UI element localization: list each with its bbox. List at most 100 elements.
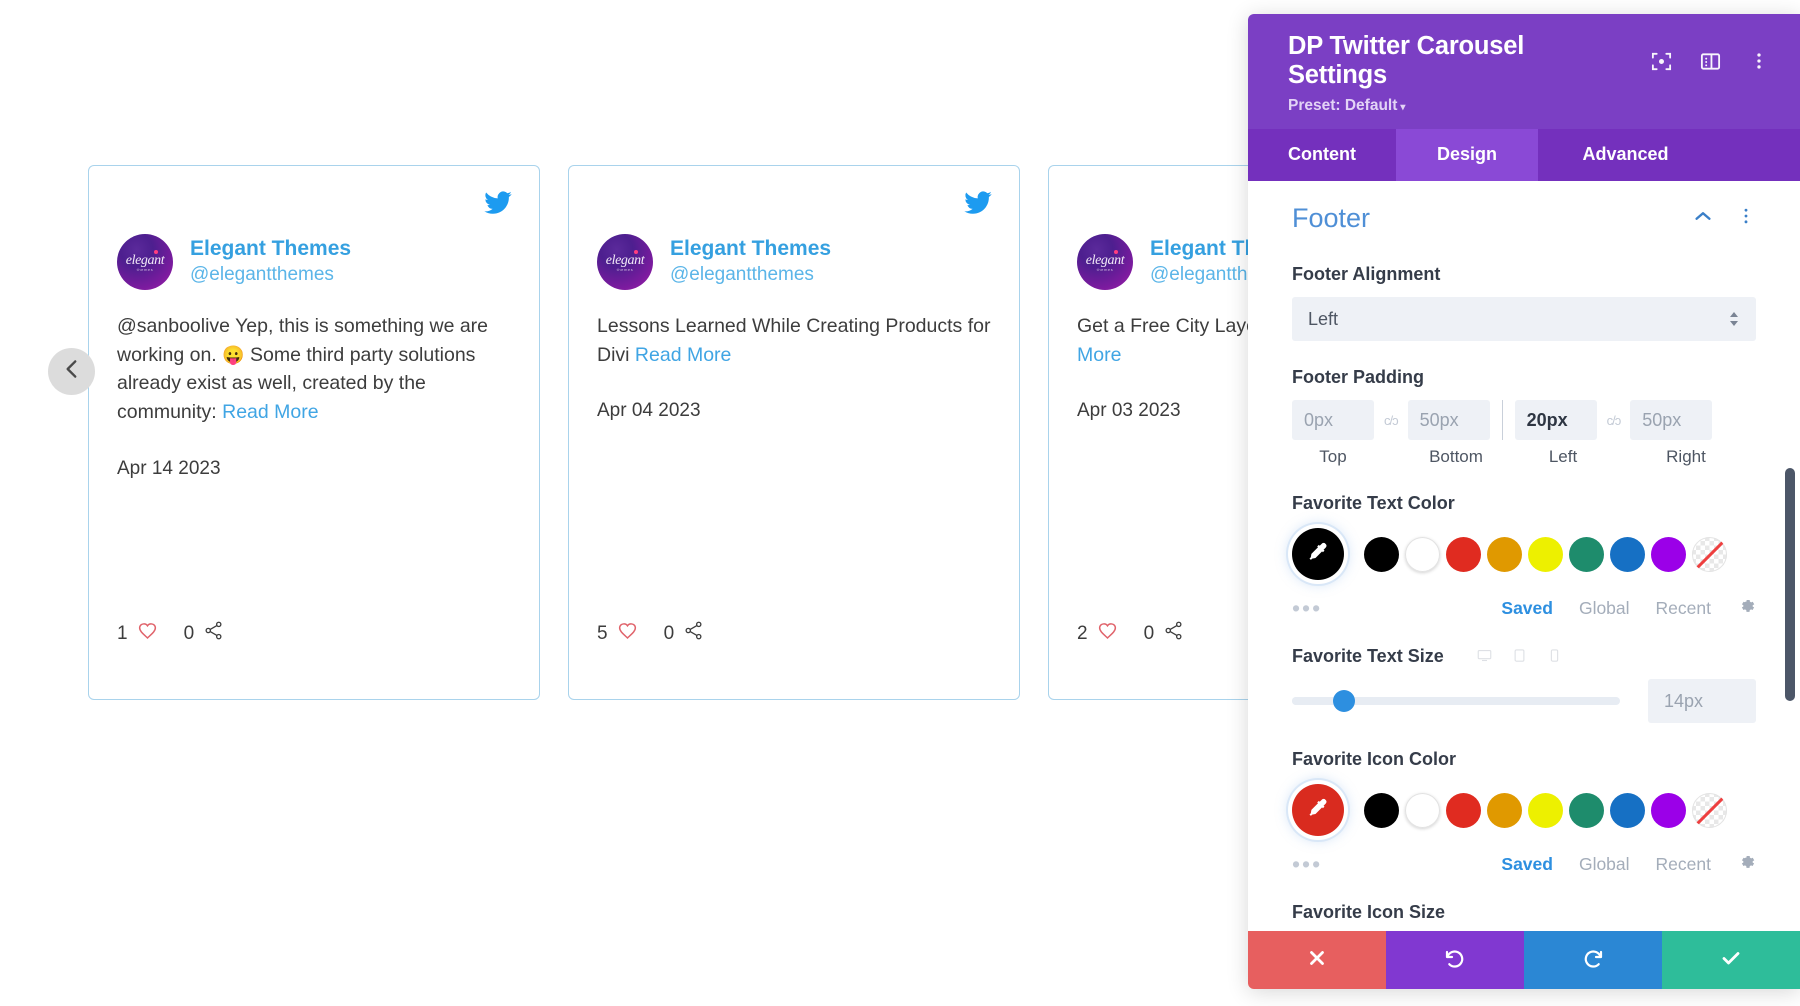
gear-icon[interactable]: [1737, 596, 1756, 620]
panel-scrollbar[interactable]: [1785, 468, 1795, 701]
more-colors-icon[interactable]: •••: [1292, 596, 1322, 620]
slider-thumb[interactable]: [1333, 690, 1356, 712]
favorite-icon-color-selected[interactable]: [1292, 784, 1344, 836]
field-favorite-icon-color: Favorite Icon Color ••• Saved Global Rec…: [1292, 749, 1756, 876]
read-more-link[interactable]: Read More: [635, 344, 731, 366]
share-stat[interactable]: 0: [184, 620, 225, 647]
gear-icon[interactable]: [1737, 852, 1756, 876]
favorite-text-color-selected[interactable]: [1292, 528, 1344, 580]
share-icon[interactable]: [683, 620, 704, 647]
read-more-link[interactable]: Read More: [222, 401, 318, 423]
palette-swatch-black[interactable]: [1364, 792, 1399, 828]
share-icon[interactable]: [1163, 620, 1184, 647]
share-count: 0: [1143, 622, 1155, 644]
favorite-text-size-slider[interactable]: [1292, 690, 1620, 712]
desktop-icon[interactable]: [1477, 647, 1492, 668]
focus-frame-icon[interactable]: [1650, 50, 1673, 73]
vertical-dots-icon[interactable]: [1736, 206, 1756, 231]
palette-swatch-orange[interactable]: [1487, 536, 1522, 572]
padding-bottom-input[interactable]: 50px: [1407, 400, 1490, 440]
palette-swatch-purple[interactable]: [1651, 536, 1686, 572]
carousel-prev-button[interactable]: [48, 348, 95, 395]
heart-icon[interactable]: [1097, 620, 1118, 647]
palette-swatch-black[interactable]: [1364, 536, 1399, 572]
share-stat[interactable]: 0: [664, 620, 705, 647]
palette-tab-recent[interactable]: Recent: [1656, 598, 1711, 619]
palette-tab-saved[interactable]: Saved: [1501, 854, 1553, 875]
panel-action-bar: [1248, 931, 1800, 989]
avatar-logo-sub: themes: [136, 267, 154, 272]
section-title[interactable]: Footer: [1292, 203, 1370, 234]
share-icon[interactable]: [203, 620, 224, 647]
author-name[interactable]: Elegant Themes: [190, 236, 351, 263]
palette-tabs: Saved Global Recent: [1501, 852, 1756, 876]
palette-tab-recent[interactable]: Recent: [1656, 854, 1711, 875]
favorite-text-size-control: 14px: [1292, 679, 1756, 723]
tablet-icon[interactable]: [1512, 647, 1527, 668]
save-button[interactable]: [1662, 931, 1800, 989]
avatar: elegant themes: [1077, 234, 1133, 290]
palette-swatch-blue[interactable]: [1610, 536, 1645, 572]
heart-icon[interactable]: [137, 620, 158, 647]
palette-swatch-transparent[interactable]: [1692, 536, 1727, 572]
link-values-icon[interactable]: c/ɔ: [1607, 413, 1622, 428]
undo-button[interactable]: [1386, 931, 1524, 989]
favorite-stat[interactable]: 2: [1077, 620, 1118, 647]
padding-left-input[interactable]: 20px: [1514, 400, 1597, 440]
favorite-text-color-label: Favorite Text Color: [1292, 493, 1455, 513]
chevron-left-icon: [59, 356, 85, 387]
mobile-icon[interactable]: [1547, 647, 1562, 668]
heart-icon[interactable]: [617, 620, 638, 647]
palette-swatch-yellow[interactable]: [1528, 536, 1563, 572]
tweet-author[interactable]: elegant themes Elegant Themes @elegantth…: [117, 234, 511, 290]
twitter-bird-icon: [483, 188, 513, 218]
palette-swatch-transparent[interactable]: [1692, 792, 1727, 828]
link-values-icon[interactable]: c/ɔ: [1384, 413, 1399, 428]
tab-design[interactable]: Design: [1396, 129, 1538, 181]
palette-swatch-green[interactable]: [1569, 792, 1604, 828]
palette-swatch-green[interactable]: [1569, 536, 1604, 572]
chevron-up-icon[interactable]: [1692, 205, 1714, 232]
favorite-stat[interactable]: 5: [597, 620, 638, 647]
more-colors-icon[interactable]: •••: [1292, 852, 1322, 876]
author-name[interactable]: Elegant Themes: [670, 236, 831, 263]
favorite-icon-color-label: Favorite Icon Color: [1292, 749, 1457, 769]
favorite-icon-size-label: Favorite Icon Size: [1292, 902, 1446, 922]
palette-swatch-white[interactable]: [1405, 536, 1440, 572]
padding-top-input[interactable]: 0px: [1292, 400, 1374, 440]
palette-swatch-red[interactable]: [1446, 792, 1481, 828]
favorite-stat[interactable]: 1: [117, 620, 158, 647]
palette-tab-global[interactable]: Global: [1579, 854, 1630, 875]
tweet-card[interactable]: elegant themes Elegant Themes @elegantth…: [568, 165, 1020, 700]
author-handle[interactable]: @elegantthemes: [670, 263, 831, 287]
padding-right-input[interactable]: 50px: [1630, 400, 1713, 440]
tab-advanced[interactable]: Advanced: [1538, 129, 1713, 181]
favorite-text-size-input[interactable]: 14px: [1648, 679, 1756, 723]
palette-tabs: Saved Global Recent: [1501, 596, 1756, 620]
redo-button[interactable]: [1524, 931, 1662, 989]
layout-panel-icon[interactable]: [1699, 50, 1722, 73]
author-handle[interactable]: @elegantthemes: [190, 263, 351, 287]
padding-bottom-caption: Bottom: [1429, 447, 1483, 466]
palette-tab-saved[interactable]: Saved: [1501, 598, 1553, 619]
padding-divider: [1501, 400, 1503, 440]
tweet-card[interactable]: elegant themes Elegant Themes @elegantth…: [88, 165, 540, 700]
share-stat[interactable]: 0: [1144, 620, 1185, 647]
tweet-author[interactable]: elegant themes Elegant Themes @elegantth…: [597, 234, 991, 290]
palette-swatch-yellow[interactable]: [1528, 792, 1563, 828]
vertical-dots-icon[interactable]: [1748, 50, 1770, 72]
footer-alignment-select[interactable]: Left: [1292, 297, 1756, 341]
eyedropper-icon: [1306, 540, 1330, 569]
favorite-icon-color-meta: ••• Saved Global Recent: [1292, 852, 1756, 876]
tab-content[interactable]: Content: [1248, 129, 1396, 181]
cancel-button[interactable]: [1248, 931, 1386, 989]
favorite-text-size-label: Favorite Text Size: [1292, 646, 1756, 667]
field-footer-alignment: Footer Alignment Left: [1292, 264, 1756, 341]
palette-tab-global[interactable]: Global: [1579, 598, 1630, 619]
preset-selector[interactable]: Preset: Default ▾: [1288, 97, 1770, 115]
palette-swatch-purple[interactable]: [1651, 792, 1686, 828]
palette-swatch-white[interactable]: [1405, 792, 1440, 828]
palette-swatch-orange[interactable]: [1487, 792, 1522, 828]
palette-swatch-blue[interactable]: [1610, 792, 1645, 828]
palette-swatch-red[interactable]: [1446, 536, 1481, 572]
